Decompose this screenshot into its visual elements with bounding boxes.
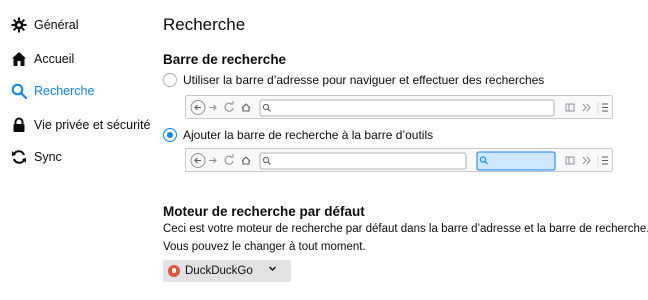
sidebar-item-label: Sync bbox=[34, 150, 62, 164]
sidebar-item-search[interactable]: Recherche bbox=[10, 79, 94, 103]
option-address-bar[interactable]: Utiliser la barre d’adresse pour navigue… bbox=[163, 73, 544, 87]
sync-icon bbox=[10, 148, 28, 166]
sidebar-item-label: Recherche bbox=[34, 84, 95, 98]
search-bar-heading: Barre de recherche bbox=[163, 52, 287, 67]
search-icon bbox=[10, 82, 28, 100]
option-label: Ajouter la barre de recherche à la barre… bbox=[183, 128, 434, 142]
sidebar-item-general[interactable]: Général bbox=[10, 13, 78, 37]
toolbar-preview-search-bar bbox=[185, 148, 613, 172]
radio-address-bar[interactable] bbox=[163, 73, 177, 87]
option-label: Utiliser la barre d’adresse pour navigue… bbox=[183, 73, 545, 87]
sidebar-item-label: Général bbox=[34, 18, 79, 32]
page-title: Recherche bbox=[163, 15, 246, 34]
toolbar-preview-address-bar bbox=[185, 95, 613, 119]
sidebar-item-label: Vie privée et sécurité bbox=[34, 118, 151, 132]
lock-icon bbox=[10, 116, 28, 134]
chevron-down-icon bbox=[268, 264, 277, 276]
sidebar: Général Accueil Recherche Vie privée et … bbox=[0, 0, 151, 300]
home-icon bbox=[10, 50, 28, 68]
sidebar-item-sync[interactable]: Sync bbox=[10, 145, 62, 169]
sidebar-item-label: Accueil bbox=[34, 52, 75, 66]
default-engine-select[interactable]: DuckDuckGo bbox=[163, 260, 291, 282]
default-engine-description: Ceci est votre moteur de recherche par d… bbox=[163, 223, 648, 235]
radio-search-bar[interactable] bbox=[163, 128, 177, 142]
duckduckgo-icon bbox=[168, 265, 180, 277]
option-search-bar[interactable]: Ajouter la barre de recherche à la barre… bbox=[163, 128, 433, 142]
sidebar-item-home[interactable]: Accueil bbox=[10, 47, 74, 71]
default-engine-heading: Moteur de recherche par défaut bbox=[163, 204, 365, 219]
main-content: Recherche Barre de recherche Utiliser la… bbox=[163, 0, 648, 300]
selected-engine: DuckDuckGo bbox=[185, 265, 253, 277]
default-engine-note: Vous pouvez le changer à tout moment. bbox=[163, 241, 366, 253]
gear-icon bbox=[10, 16, 28, 34]
sidebar-item-privacy[interactable]: Vie privée et sécurité bbox=[10, 113, 151, 137]
